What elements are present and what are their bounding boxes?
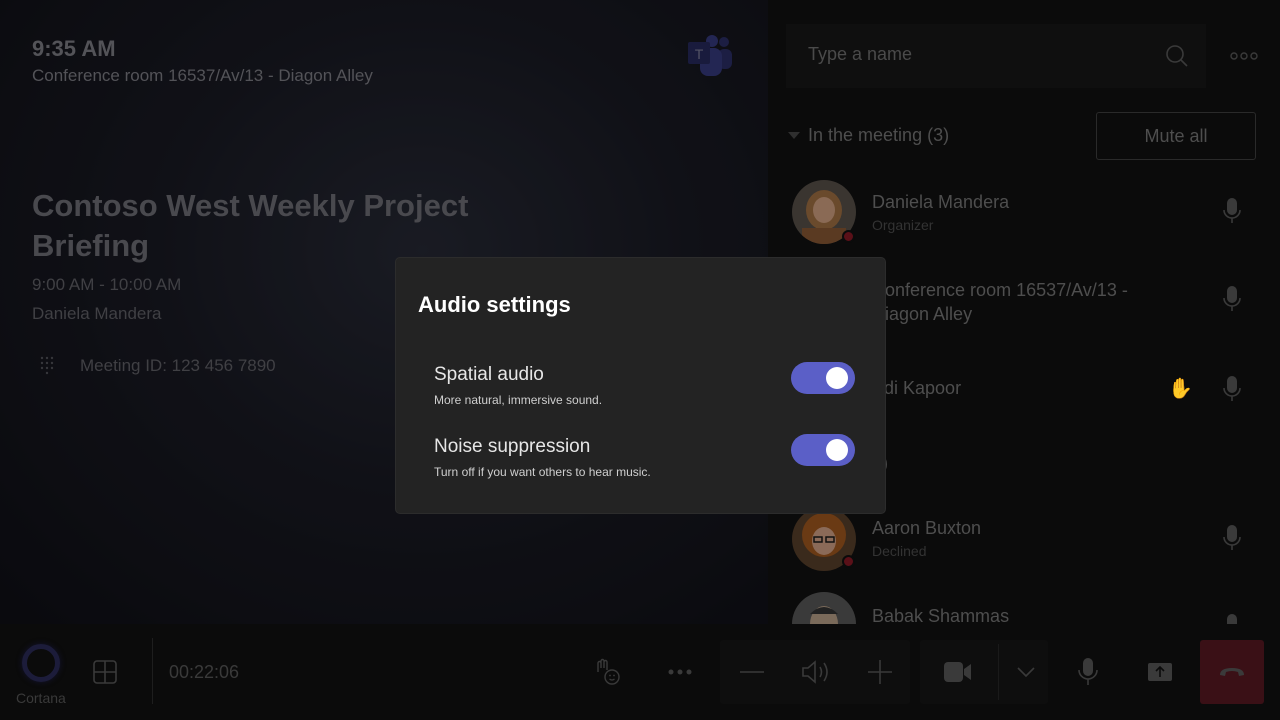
- share-screen-icon: [1148, 663, 1172, 681]
- reactions-button[interactable]: [586, 640, 630, 704]
- microphone-icon[interactable]: [1222, 196, 1242, 226]
- in-meeting-header: In the meeting (3): [808, 125, 950, 145]
- participant-status: Declined: [872, 543, 927, 559]
- meeting-id: Meeting ID: 123 456 7890: [80, 356, 276, 375]
- room-name: Conference room 16537/Av/13 - Diagon All…: [32, 66, 373, 85]
- meeting-organizer: Daniela Mandera: [32, 304, 162, 323]
- avatar: [792, 592, 856, 624]
- meeting-title: Contoso West Weekly Project Briefing: [32, 188, 469, 263]
- participant-name: Daniela Mandera: [872, 192, 1010, 212]
- divider: [152, 638, 153, 704]
- participant-role: Organizer: [872, 217, 934, 233]
- participant-search-input[interactable]: [808, 44, 1138, 65]
- dialog-title: Audio settings: [418, 292, 571, 317]
- call-timer: 00:22:06: [169, 662, 240, 682]
- share-screen-button[interactable]: [1138, 640, 1182, 704]
- setting-label: Noise suppression: [434, 436, 591, 457]
- setting-description: Turn off if you want others to hear musi…: [434, 465, 651, 479]
- caret-down-icon: [788, 132, 800, 139]
- hang-up-button[interactable]: [1200, 640, 1264, 704]
- plus-icon: [868, 660, 892, 684]
- speaker-button[interactable]: [794, 640, 838, 704]
- audio-settings-dialog: Audio settings Spatial audio More natura…: [395, 257, 886, 514]
- hang-up-icon: [1220, 668, 1244, 676]
- minus-icon: [740, 671, 764, 673]
- spatial-audio-setting: Spatial audio More natural, immersive so…: [434, 362, 864, 414]
- setting-description: More natural, immersive sound.: [434, 393, 603, 407]
- chevron-down-icon: [1017, 667, 1035, 677]
- noise-suppression-setting: Noise suppression Turn off if you want o…: [434, 434, 864, 486]
- camera-options-button[interactable]: [1004, 640, 1048, 704]
- setting-label: Spatial audio: [434, 364, 544, 385]
- spatial-audio-toggle[interactable]: [791, 362, 855, 394]
- teams-logo-letter: T: [695, 46, 704, 62]
- meeting-time: 9:00 AM - 10:00 AM: [32, 275, 182, 294]
- volume-up-button[interactable]: [858, 640, 902, 704]
- microphone-icon[interactable]: [1222, 612, 1242, 624]
- cortana-icon[interactable]: [22, 644, 60, 682]
- in-meeting-section-toggle[interactable]: In the meeting (3): [788, 125, 949, 146]
- camera-button[interactable]: [930, 640, 986, 704]
- raise-hand-emoji-icon: [597, 658, 620, 685]
- cortana-label: Cortana: [16, 690, 66, 706]
- toggle-knob: [826, 367, 848, 389]
- teams-logo-icon: T: [688, 35, 732, 76]
- video-camera-icon: [944, 662, 971, 682]
- participant-row[interactable]: Babak Shammas: [768, 592, 1280, 624]
- participant-row[interactable]: Aaron Buxton Declined: [768, 505, 1280, 575]
- participant-search[interactable]: [786, 24, 1206, 88]
- speaker-icon: [802, 660, 828, 684]
- participant-name: Conference room 16537/Av/13 - Diagon All…: [872, 280, 1128, 324]
- noise-suppression-toggle[interactable]: [791, 434, 855, 466]
- call-controls-bar: Cortana 00:22:06: [0, 624, 1280, 720]
- status-busy-icon: [842, 230, 855, 243]
- microphone-icon[interactable]: [1222, 523, 1242, 553]
- search-icon[interactable]: [1165, 44, 1189, 68]
- mute-button[interactable]: [1066, 640, 1110, 704]
- layout-grid-icon[interactable]: [93, 660, 117, 684]
- clock: 9:35 AM: [32, 36, 116, 61]
- raised-hand-icon: ✋: [1168, 378, 1193, 400]
- volume-down-button[interactable]: [730, 640, 774, 704]
- more-options-icon[interactable]: [1230, 50, 1258, 62]
- dialpad-icon: [40, 356, 54, 375]
- more-actions-button[interactable]: [658, 640, 702, 704]
- microphone-icon: [1078, 658, 1098, 685]
- microphone-icon[interactable]: [1222, 374, 1242, 404]
- participant-name: Babak Shammas: [872, 606, 1010, 624]
- microphone-icon[interactable]: [1222, 284, 1242, 314]
- mute-all-button[interactable]: Mute all: [1096, 112, 1256, 160]
- status-busy-icon: [842, 555, 855, 568]
- participant-name: Aaron Buxton: [872, 518, 982, 538]
- toggle-knob: [826, 439, 848, 461]
- participant-row[interactable]: Daniela Mandera Organizer: [768, 178, 1280, 248]
- divider: [998, 644, 999, 700]
- more-icon: [668, 669, 692, 675]
